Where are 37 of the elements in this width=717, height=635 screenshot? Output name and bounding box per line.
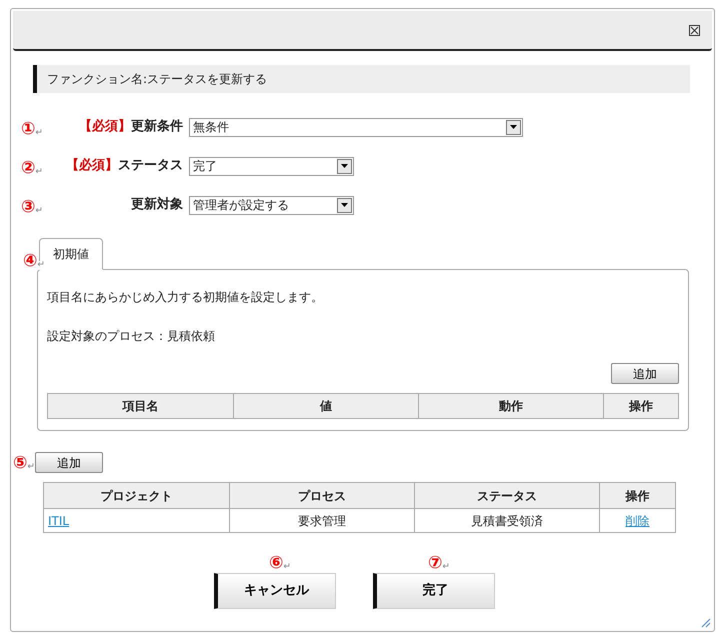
column-header: 値	[233, 394, 418, 418]
column-header: ステータス	[414, 483, 599, 508]
column-header: 動作	[418, 394, 603, 418]
step-number: ⑦	[428, 555, 442, 572]
step-number: ②	[21, 160, 36, 177]
status-select[interactable]: 無条件	[189, 118, 523, 136]
field-label: 更新対象	[131, 196, 183, 214]
table-link[interactable]: 削除	[626, 512, 650, 530]
step-number: ⑤	[13, 455, 28, 472]
close-icon[interactable]	[689, 24, 700, 36]
process-text: 設定対象のプロセス：見積依頼	[47, 328, 216, 345]
field-label: ステータス	[118, 157, 183, 176]
status-select[interactable]: 完了	[189, 156, 354, 176]
column-header: 操作	[603, 394, 678, 418]
required-tag: 【必須】	[79, 117, 131, 137]
add-button[interactable]: 追加	[611, 363, 679, 384]
column-header: プロジェクト	[100, 488, 174, 504]
return-mark: ↵	[37, 261, 45, 270]
status-select[interactable]: 管理者が設定する	[189, 196, 354, 214]
resize-grip-icon[interactable]	[701, 618, 711, 628]
column-header: プロセス	[229, 483, 414, 508]
required-tag: 【必須】	[66, 156, 118, 176]
step-number: ⑥	[269, 555, 284, 572]
dialog-button[interactable]: キャンセル	[214, 573, 336, 609]
column-header: 操作	[599, 483, 675, 508]
function-title: ファンクション名:ステータスを更新する	[47, 71, 268, 88]
column-header: 項目名	[121, 398, 160, 415]
table-cell-text: 要求管理	[298, 512, 346, 530]
table-link[interactable]: ITIL	[48, 512, 70, 530]
description-text: 項目名にあらかじめ入力する初期値を設定します。	[47, 289, 324, 306]
table-cell-text: 見積書受領済	[471, 512, 543, 530]
dialog-button[interactable]: 完了	[373, 573, 495, 609]
add-button[interactable]: 追加	[34, 452, 103, 473]
step-number: ③	[21, 199, 36, 216]
step-number: ①	[21, 121, 36, 138]
step-number: ④	[23, 253, 38, 270]
field-label: 更新条件	[131, 118, 183, 136]
